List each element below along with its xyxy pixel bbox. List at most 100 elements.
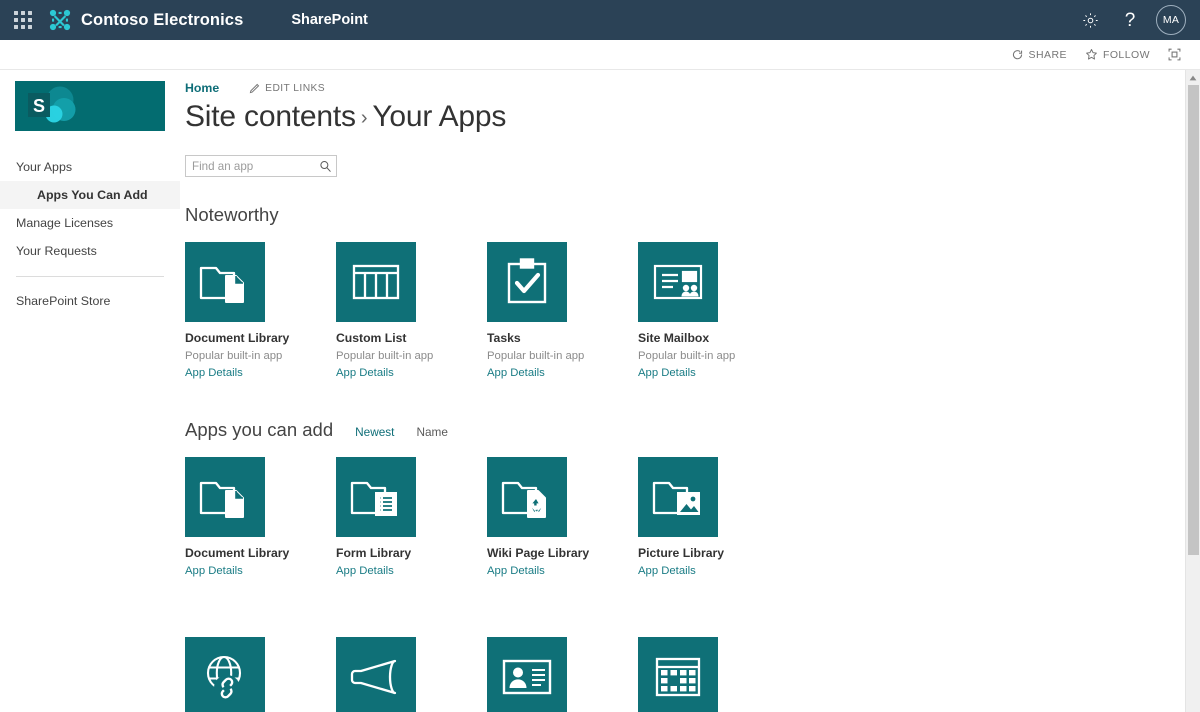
site-logo[interactable]: S	[15, 81, 165, 131]
page-title: Site contents › Your Apps	[185, 98, 1200, 137]
svg-text:S: S	[33, 96, 45, 116]
breadcrumb-home-link[interactable]: Home	[185, 81, 219, 95]
nav-item-your-apps[interactable]: Your Apps	[0, 153, 180, 181]
waffle-dot	[14, 25, 18, 29]
app-details-link[interactable]: App Details	[185, 366, 336, 380]
globe-link-icon	[185, 637, 265, 712]
brand-link[interactable]: Contoso Electronics	[48, 8, 243, 32]
app-tile[interactable]: Picture Library App Details	[638, 457, 789, 578]
app-tile[interactable]: Site Mailbox Popular built-in app App De…	[638, 242, 789, 380]
brand-name: Contoso Electronics	[81, 10, 244, 29]
scroll-up-arrow-icon[interactable]	[1186, 70, 1200, 85]
app-details-link[interactable]: App Details	[638, 564, 789, 578]
sharepoint-logo-icon: S	[15, 81, 165, 131]
nav-divider	[16, 276, 164, 277]
page-title-current: Your Apps	[372, 100, 507, 133]
app-tile-subtitle: Popular built-in app	[638, 350, 736, 362]
folder-wiki-icon	[487, 457, 567, 537]
app-details-link[interactable]: App Details	[638, 366, 789, 380]
apps-you-can-add-section-header: Apps you can add Newest Name	[185, 418, 1200, 442]
list-columns-icon	[336, 242, 416, 322]
sort-newest-link[interactable]: Newest	[355, 425, 394, 439]
folder-picture-icon	[638, 457, 718, 537]
contoso-logo-icon	[49, 9, 71, 31]
app-tile[interactable]: Wiki Page Library App Details	[487, 457, 638, 578]
page-title-parent[interactable]: Site contents	[185, 100, 356, 133]
nav-item-apps-you-can-add[interactable]: Apps You Can Add	[0, 181, 180, 209]
app-tile-name: Form Library	[336, 546, 412, 560]
app-details-link[interactable]: App Details	[336, 564, 487, 578]
app-tile[interactable]: Calendar App Details	[638, 637, 789, 712]
follow-button[interactable]: FOLLOW	[1076, 40, 1159, 70]
command-strip: SHARE FOLLOW	[0, 40, 1200, 70]
search-icon	[319, 160, 331, 172]
app-tile[interactable]: Custom List Popular built-in app App Det…	[336, 242, 487, 380]
app-tile[interactable]: Document Library App Details	[185, 457, 336, 578]
quick-launch-menu: Your Apps Apps You Can Add Manage Licens…	[0, 153, 180, 315]
app-tile-name: Document Library	[185, 546, 290, 560]
waffle-dot	[28, 11, 32, 15]
edit-links-button[interactable]: EDIT LINKS	[249, 83, 325, 94]
app-tile[interactable]: Document Library Popular built-in app Ap…	[185, 242, 336, 380]
app-tile-name: Wiki Page Library	[487, 546, 590, 560]
app-details-link[interactable]: App Details	[487, 564, 638, 578]
waffle-dot	[21, 11, 25, 15]
waffle-dot	[21, 18, 25, 22]
mailbox-card-icon	[638, 242, 718, 322]
page-body: S Your Apps Apps You Can Add Manage Lice…	[0, 70, 1200, 712]
edit-links-label: EDIT LINKS	[265, 82, 326, 94]
app-tile[interactable]: Links App Details	[185, 637, 336, 712]
gear-icon[interactable]	[1070, 0, 1110, 40]
noteworthy-section-header: Noteworthy	[185, 203, 1200, 227]
left-navigation: S Your Apps Apps You Can Add Manage Lice…	[0, 70, 180, 712]
app-tile[interactable]: Announcements App Details	[336, 637, 487, 712]
app-tile-name: Picture Library	[638, 546, 725, 560]
focus-on-content-button[interactable]	[1159, 40, 1190, 70]
tile-row-spacer	[185, 578, 1200, 622]
pencil-icon	[249, 83, 260, 93]
suite-app-name[interactable]: SharePoint	[291, 12, 368, 28]
waffle-dot	[14, 18, 18, 22]
app-details-link[interactable]: App Details	[487, 366, 638, 380]
page-title-separator: ›	[360, 107, 368, 129]
folder-document-icon	[185, 457, 265, 537]
apps-you-can-add-title: Apps you can add	[185, 419, 334, 440]
clipboard-check-icon	[487, 242, 567, 322]
scrollbar-thumb[interactable]	[1188, 85, 1199, 555]
suite-bar: Contoso Electronics SharePoint ? MA	[0, 0, 1200, 40]
nav-item-manage-licenses[interactable]: Manage Licenses	[0, 209, 180, 237]
folder-form-icon	[336, 457, 416, 537]
share-button[interactable]: SHARE	[1002, 40, 1076, 70]
noteworthy-title: Noteworthy	[185, 204, 279, 225]
sort-name-link[interactable]: Name	[416, 425, 447, 439]
share-icon	[1012, 50, 1022, 60]
noteworthy-tile-grid: Document Library Popular built-in app Ap…	[185, 242, 1200, 380]
app-tile-subtitle: Popular built-in app	[487, 350, 585, 362]
avatar[interactable]: MA	[1156, 5, 1186, 35]
waffle-dot	[28, 25, 32, 29]
app-tile[interactable]: Form Library App Details	[336, 457, 487, 578]
app-launcher-waffle-icon[interactable]	[12, 9, 34, 31]
app-tile-name: Custom List	[336, 331, 407, 345]
app-tile-name: Document Library	[185, 331, 290, 345]
app-tile[interactable]: Contacts App Details	[487, 637, 638, 712]
app-tile[interactable]: Tasks Popular built-in app App Details	[487, 242, 638, 380]
nav-item-your-requests[interactable]: Your Requests	[0, 237, 180, 265]
question-mark-icon[interactable]: ?	[1110, 0, 1150, 40]
calendar-icon	[638, 637, 718, 712]
nav-item-sharepoint-store[interactable]: SharePoint Store	[0, 287, 180, 315]
app-tile-name: Site Mailbox	[638, 331, 710, 345]
apps-tile-grid-row-2: Links App Details Announcements App Deta…	[185, 637, 1200, 712]
app-details-link[interactable]: App Details	[185, 564, 336, 578]
search-button[interactable]	[314, 156, 336, 176]
vertical-scrollbar[interactable]	[1185, 70, 1200, 712]
breadcrumb: Home EDIT LINKS	[185, 70, 1200, 95]
app-tile-name: Tasks	[487, 331, 521, 345]
app-tile-subtitle: Popular built-in app	[185, 350, 283, 362]
app-details-link[interactable]: App Details	[336, 366, 487, 380]
waffle-dot	[28, 18, 32, 22]
apps-tile-grid-row-1: Document Library App Details Form Librar…	[185, 457, 1200, 578]
share-label: SHARE	[1028, 48, 1067, 61]
megaphone-icon	[336, 637, 416, 712]
suite-bar-actions: ? MA	[1070, 0, 1200, 40]
